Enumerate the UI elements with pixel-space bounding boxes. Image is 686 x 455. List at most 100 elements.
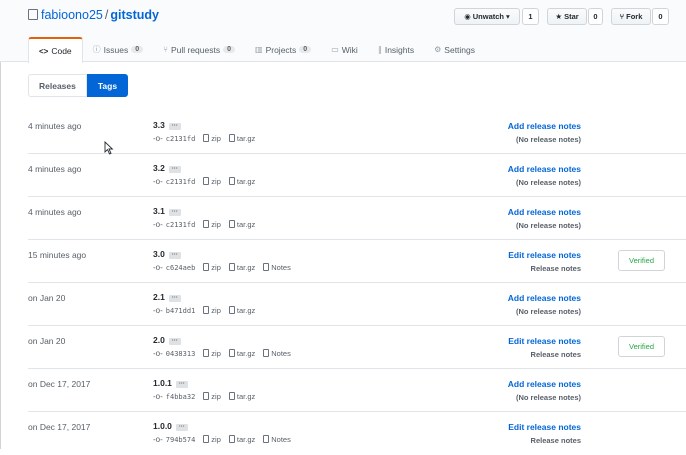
release-notes-action-link[interactable]: Add release notes (508, 121, 581, 131)
commit-link[interactable]: -o- 0438313 (153, 349, 195, 358)
commit-link[interactable]: -o-c2131fd (153, 177, 195, 186)
star-icon: ★ (555, 12, 563, 21)
release-notes-action-link[interactable]: Edit release notes (508, 336, 581, 346)
file-zip-icon (228, 263, 235, 271)
zip-download-link[interactable]: zip (203, 263, 221, 272)
pull-request-icon: ⑂ (163, 45, 168, 54)
tab-settings[interactable]: ⚙ Settings (424, 37, 485, 62)
tag-row: 4 minutes ago 3.3 ··· -o-c2131fd zip tar.… (28, 111, 686, 154)
notes-label: Notes (271, 263, 291, 272)
repo-name-link[interactable]: gitstudy (110, 8, 159, 22)
stars-count[interactable]: 0 (588, 8, 603, 25)
commit-link[interactable]: -o-f4bba32 (153, 392, 195, 401)
commit-link[interactable]: -o- 794b574 (153, 435, 195, 444)
repo-owner-link[interactable]: fabioono25 (41, 8, 103, 22)
tag-name-link[interactable]: 1.0.1 (153, 378, 172, 388)
zip-download-link[interactable]: zip (203, 392, 221, 401)
targz-download-link[interactable]: tar.gz (228, 263, 255, 272)
repo-icon (28, 9, 38, 20)
tag-name-link[interactable]: 2.0 (153, 335, 165, 345)
zip-download-link[interactable]: zip (203, 220, 221, 229)
watchers-count[interactable]: 1 (522, 8, 539, 25)
tab-insights[interactable]: ∥ Insights (368, 37, 424, 62)
commit-link[interactable]: -o-c624aeb (153, 263, 195, 272)
targz-download-link[interactable]: tar.gz (228, 134, 256, 143)
release-notes-status: Release notes (530, 436, 581, 445)
ellipsis-button[interactable]: ··· (168, 166, 181, 173)
tag-name-line: 2.1 ··· (153, 292, 181, 302)
zip-download-link[interactable]: zip (203, 134, 221, 143)
tag-name-link[interactable]: 3.3 (153, 120, 165, 130)
zip-download-link[interactable]: zip (203, 349, 221, 358)
tab-issues[interactable]: ⓘ Issues 0 (83, 37, 153, 62)
tag-time[interactable]: 4 minutes ago (28, 121, 81, 131)
unwatch-button[interactable]: ◉ Unwatch ▾ (454, 8, 520, 25)
ellipsis-button[interactable]: ··· (168, 123, 181, 130)
tag-time[interactable]: 4 minutes ago (28, 164, 81, 174)
tag-name-link[interactable]: 2.1 (153, 292, 165, 302)
zip-label: zip (211, 392, 221, 401)
release-notes-action-link[interactable]: Edit release notes (508, 422, 581, 432)
targz-download-link[interactable]: tar.gz (228, 349, 255, 358)
tag-name-link[interactable]: 1.0.0 (153, 421, 172, 431)
targz-label: tar.gz (236, 392, 256, 401)
forks-count[interactable]: 0 (652, 8, 669, 25)
zip-download-link[interactable]: zip (203, 177, 221, 186)
tag-time[interactable]: 15 minutes ago (28, 250, 86, 260)
targz-label: tar.gz (236, 134, 256, 143)
zip-download-link[interactable]: zip (203, 435, 221, 444)
tag-time[interactable]: 4 minutes ago (28, 207, 81, 217)
release-notes-status: (No release notes) (515, 307, 581, 316)
release-notes-status: (No release notes) (515, 393, 581, 402)
verified-badge[interactable]: Verified (618, 250, 665, 271)
commit-link[interactable]: -o-b471dd1 (153, 306, 195, 315)
release-notes-action-link[interactable]: Add release notes (508, 164, 581, 174)
ellipsis-button[interactable]: ··· (175, 424, 188, 431)
commit-link[interactable]: -o-c2131fd (153, 220, 195, 229)
ellipsis-button[interactable]: ··· (168, 209, 181, 216)
tab-pull-requests[interactable]: ⑂ Pull requests 0 (153, 37, 245, 62)
tags-tab[interactable]: Tags (86, 74, 129, 97)
targz-download-link[interactable]: tar.gz (228, 435, 255, 444)
targz-download-link[interactable]: tar.gz (228, 392, 256, 401)
notes-label: Notes (271, 435, 291, 444)
ellipsis-button[interactable]: ··· (168, 338, 181, 345)
ellipsis-button[interactable]: ··· (175, 381, 188, 388)
ellipsis-button[interactable]: ··· (168, 295, 181, 302)
tag-name-link[interactable]: 3.0 (153, 249, 165, 259)
tag-time[interactable]: on Jan 20 (28, 336, 65, 346)
tab-projects[interactable]: ▥ Projects 0 (245, 37, 321, 62)
targz-download-link[interactable]: tar.gz (228, 220, 255, 229)
fork-button[interactable]: ⑂ Fork (611, 8, 651, 25)
notes-link[interactable]: Notes (263, 263, 291, 272)
release-notes-action-link[interactable]: Edit release notes (508, 250, 581, 260)
tab-code-label: Code (51, 46, 72, 56)
tag-time[interactable]: on Jan 20 (28, 293, 65, 303)
commit-sha: 794b574 (165, 436, 196, 444)
tag-time[interactable]: on Dec 17, 2017 (28, 379, 90, 389)
file-text-icon (263, 349, 270, 357)
notes-link[interactable]: Notes (263, 435, 291, 444)
tag-row: on Jan 20 2.0 ··· -o- 0438313 zip tar.gz N… (28, 326, 686, 369)
release-notes-action-link[interactable]: Add release notes (508, 207, 581, 217)
tag-name-link[interactable]: 3.1 (153, 206, 165, 216)
releases-tab[interactable]: Releases (28, 74, 87, 97)
notes-link[interactable]: Notes (263, 349, 291, 358)
verified-badge[interactable]: Verified (618, 336, 665, 357)
star-button[interactable]: ★ Star (547, 8, 587, 25)
tab-wiki[interactable]: ▭ Wiki (321, 37, 368, 62)
tag-name-line: 3.0 ··· (153, 249, 181, 259)
tab-code[interactable]: <> Code (28, 37, 83, 63)
commit-link[interactable]: -o-c2131fd (153, 134, 195, 143)
targz-download-link[interactable]: tar.gz (228, 177, 255, 186)
file-text-icon (263, 263, 270, 271)
ellipsis-button[interactable]: ··· (168, 252, 181, 259)
file-zip-icon (203, 263, 210, 271)
targz-download-link[interactable]: tar.gz (228, 306, 255, 315)
tag-name-link[interactable]: 3.2 (153, 163, 165, 173)
zip-download-link[interactable]: zip (203, 306, 221, 315)
tag-time[interactable]: on Dec 17, 2017 (28, 422, 90, 432)
fork-icon: ⑂ (619, 12, 625, 21)
release-notes-action-link[interactable]: Add release notes (508, 293, 581, 303)
release-notes-action-link[interactable]: Add release notes (508, 379, 581, 389)
